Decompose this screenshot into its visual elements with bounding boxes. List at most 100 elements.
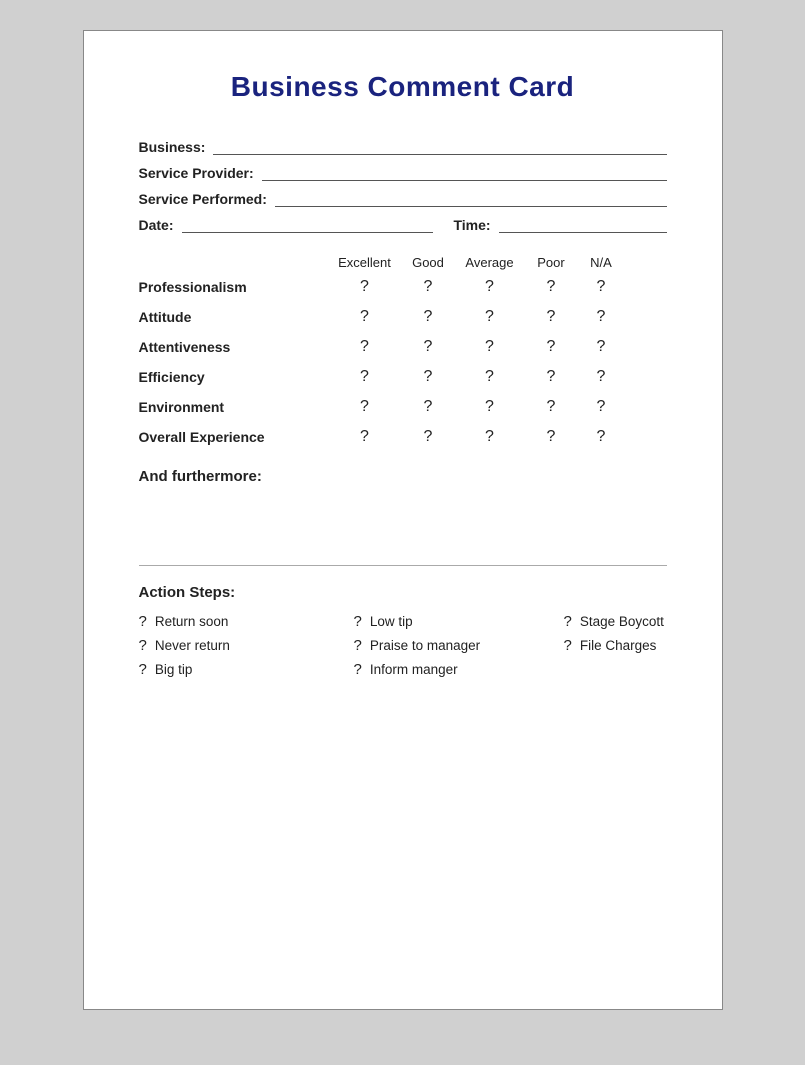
business-input-line[interactable] xyxy=(213,139,666,155)
service-provider-label: Service Provider: xyxy=(139,165,254,181)
radio-na-5[interactable]: ? xyxy=(579,428,624,446)
radio-excellent-5[interactable]: ? xyxy=(329,428,401,446)
action-radio-0-2[interactable]: ? xyxy=(564,613,572,630)
action-radio-1-1[interactable]: ? xyxy=(354,637,362,654)
service-provider-field-row: Service Provider: xyxy=(139,165,667,181)
furthermore-section: And furthermore: xyxy=(139,468,667,485)
radio-good-4[interactable]: ? xyxy=(401,398,456,416)
action-col-2-0: ? Big tip xyxy=(139,661,354,678)
radio-poor-4[interactable]: ? xyxy=(524,398,579,416)
radio-good-1[interactable]: ? xyxy=(401,308,456,326)
header-average: Average xyxy=(456,255,524,270)
rating-section: Excellent Good Average Poor N/A Professi… xyxy=(139,255,667,446)
rating-row-label: Overall Experience xyxy=(139,429,329,445)
header-good: Good xyxy=(401,255,456,270)
rating-row: Professionalism ? ? ? ? ? xyxy=(139,278,667,296)
action-radio-0-0[interactable]: ? xyxy=(139,613,147,630)
rating-row: Efficiency ? ? ? ? ? xyxy=(139,368,667,386)
radio-na-1[interactable]: ? xyxy=(579,308,624,326)
action-row: ? Return soon ? Low tip ? Stage Boycott xyxy=(139,613,667,630)
action-col-0-0: ? Return soon xyxy=(139,613,354,630)
action-text-1-1: Praise to manager xyxy=(370,638,480,653)
action-steps-section: Action Steps: ? Return soon ? Low tip ? … xyxy=(139,584,667,678)
radio-good-0[interactable]: ? xyxy=(401,278,456,296)
divider xyxy=(139,565,667,566)
radio-average-4[interactable]: ? xyxy=(456,398,524,416)
action-text-1-0: Never return xyxy=(155,638,230,653)
radio-excellent-0[interactable]: ? xyxy=(329,278,401,296)
date-time-row: Date: Time: xyxy=(139,217,667,233)
rating-row-label: Attentiveness xyxy=(139,339,329,355)
radio-average-5[interactable]: ? xyxy=(456,428,524,446)
action-col-2-1: ? Inform manger xyxy=(354,661,564,678)
action-text-2-1: Inform manger xyxy=(370,662,458,677)
radio-excellent-4[interactable]: ? xyxy=(329,398,401,416)
action-col-0-1: ? Low tip xyxy=(354,613,564,630)
time-label: Time: xyxy=(453,217,490,233)
date-label: Date: xyxy=(139,217,174,233)
radio-average-2[interactable]: ? xyxy=(456,338,524,356)
action-col-1-1: ? Praise to manager xyxy=(354,637,564,654)
action-col-1-2: ? File Charges xyxy=(564,637,667,654)
radio-poor-5[interactable]: ? xyxy=(524,428,579,446)
action-radio-1-0[interactable]: ? xyxy=(139,637,147,654)
radio-average-3[interactable]: ? xyxy=(456,368,524,386)
fields-section: Business: Service Provider: Service Perf… xyxy=(139,139,667,233)
service-performed-field-row: Service Performed: xyxy=(139,191,667,207)
radio-average-1[interactable]: ? xyxy=(456,308,524,326)
radio-good-5[interactable]: ? xyxy=(401,428,456,446)
action-text-1-2: File Charges xyxy=(580,638,657,653)
radio-poor-3[interactable]: ? xyxy=(524,368,579,386)
radio-good-3[interactable]: ? xyxy=(401,368,456,386)
action-row: ? Big tip ? Inform manger xyxy=(139,661,667,678)
service-performed-input-line[interactable] xyxy=(275,191,667,207)
header-excellent: Excellent xyxy=(329,255,401,270)
rating-header-row: Excellent Good Average Poor N/A xyxy=(139,255,667,270)
radio-na-2[interactable]: ? xyxy=(579,338,624,356)
radio-na-0[interactable]: ? xyxy=(579,278,624,296)
action-text-0-2: Stage Boycott xyxy=(580,614,664,629)
action-radio-0-1[interactable]: ? xyxy=(354,613,362,630)
service-performed-label: Service Performed: xyxy=(139,191,267,207)
card-title: Business Comment Card xyxy=(139,71,667,103)
rating-row-label: Efficiency xyxy=(139,369,329,385)
radio-excellent-1[interactable]: ? xyxy=(329,308,401,326)
radio-average-0[interactable]: ? xyxy=(456,278,524,296)
rating-row: Attitude ? ? ? ? ? xyxy=(139,308,667,326)
rating-row-label: Attitude xyxy=(139,309,329,325)
action-radio-1-2[interactable]: ? xyxy=(564,637,572,654)
rating-row: Environment ? ? ? ? ? xyxy=(139,398,667,416)
action-row: ? Never return ? Praise to manager ? Fil… xyxy=(139,637,667,654)
action-text-0-0: Return soon xyxy=(155,614,229,629)
radio-poor-2[interactable]: ? xyxy=(524,338,579,356)
business-field-row: Business: xyxy=(139,139,667,155)
action-col-1-0: ? Never return xyxy=(139,637,354,654)
radio-poor-1[interactable]: ? xyxy=(524,308,579,326)
action-text-2-0: Big tip xyxy=(155,662,193,677)
rating-row-label: Environment xyxy=(139,399,329,415)
furthermore-label: And furthermore: xyxy=(139,468,667,485)
action-col-0-2: ? Stage Boycott xyxy=(564,613,667,630)
service-provider-input-line[interactable] xyxy=(262,165,667,181)
radio-excellent-3[interactable]: ? xyxy=(329,368,401,386)
date-input-line[interactable] xyxy=(182,217,434,233)
time-input-line[interactable] xyxy=(499,217,667,233)
radio-na-3[interactable]: ? xyxy=(579,368,624,386)
action-steps-title: Action Steps: xyxy=(139,584,667,601)
radio-good-2[interactable]: ? xyxy=(401,338,456,356)
header-na: N/A xyxy=(579,255,624,270)
action-radio-2-1[interactable]: ? xyxy=(354,661,362,678)
action-text-0-1: Low tip xyxy=(370,614,413,629)
rating-row: Overall Experience ? ? ? ? ? xyxy=(139,428,667,446)
rating-row-label: Professionalism xyxy=(139,279,329,295)
rating-rows-container: Professionalism ? ? ? ? ? Attitude ? ? ?… xyxy=(139,278,667,446)
action-steps-grid: ? Return soon ? Low tip ? Stage Boycott … xyxy=(139,613,667,678)
business-comment-card: Business Comment Card Business: Service … xyxy=(83,30,723,1010)
rating-row: Attentiveness ? ? ? ? ? xyxy=(139,338,667,356)
radio-na-4[interactable]: ? xyxy=(579,398,624,416)
header-poor: Poor xyxy=(524,255,579,270)
radio-excellent-2[interactable]: ? xyxy=(329,338,401,356)
business-label: Business: xyxy=(139,139,206,155)
radio-poor-0[interactable]: ? xyxy=(524,278,579,296)
action-radio-2-0[interactable]: ? xyxy=(139,661,147,678)
